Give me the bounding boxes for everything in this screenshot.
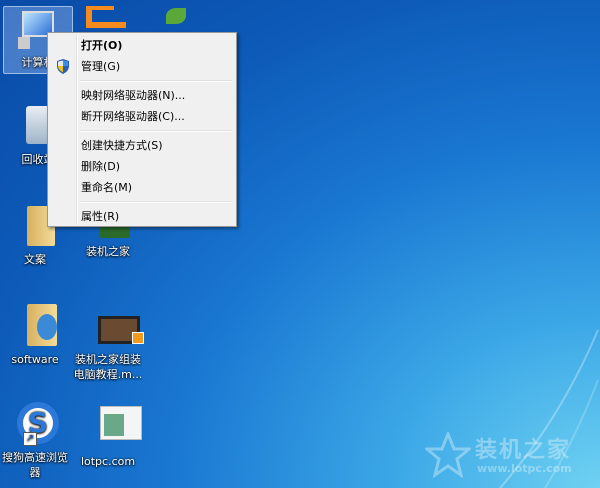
menu-item-rename[interactable]: 重命名(M) (50, 177, 234, 198)
menu-item-label: 管理(G) (81, 60, 121, 73)
menu-item-label: 创建快捷方式(S) (81, 139, 163, 152)
watermark: 装机之家 www.lotpc.com (422, 429, 590, 482)
menu-item-label: 打开(O) (81, 39, 123, 52)
menu-item-create-shortcut[interactable]: 创建快捷方式(S) (50, 135, 234, 156)
menu-separator (80, 80, 232, 82)
icon-label: 装机之家 (86, 245, 130, 258)
icon-label: 文案 (24, 253, 46, 266)
icon-label: 搜狗高速浏览器 (2, 451, 68, 479)
video-file-icon (86, 316, 144, 346)
desktop-icon-sogou-browser[interactable]: S ↗ 搜狗高速浏览器 (0, 402, 70, 480)
menu-item-open[interactable]: 打开(O) (50, 35, 234, 56)
icon-label: 装机之家组装电脑教程.m... (73, 353, 143, 381)
webpage-icon (86, 406, 142, 450)
menu-separator (80, 201, 232, 203)
partially-hidden-icon[interactable] (86, 6, 130, 32)
desktop-icon-lotpc[interactable]: lotpc.com (73, 406, 143, 469)
menu-item-disconnect-network-drive[interactable]: 断开网络驱动器(C)... (50, 106, 234, 127)
menu-item-label: 断开网络驱动器(C)... (81, 110, 185, 123)
menu-item-label: 重命名(M) (81, 181, 133, 194)
sogou-browser-icon: S ↗ (13, 402, 59, 446)
folder-icon (13, 304, 57, 348)
desktop-icon-zhuangjizhijia[interactable]: 装机之家 (73, 224, 143, 259)
watermark-title: 装机之家 (475, 438, 572, 463)
shortcut-arrow-icon: ↗ (23, 432, 37, 446)
icon-label: lotpc.com (80, 455, 136, 468)
icon-label: software (11, 353, 59, 366)
watermark-url: www.lotpc.com (477, 462, 572, 475)
menu-item-delete[interactable]: 删除(D) (50, 156, 234, 177)
context-menu: 打开(O) 管理(G) 映射网络驱动器(N)... 断开网络驱动器(C)... … (47, 32, 237, 227)
menu-item-properties[interactable]: 属性(R) (50, 206, 234, 227)
menu-item-map-network-drive[interactable]: 映射网络驱动器(N)... (50, 85, 234, 106)
desktop-icon-software[interactable]: software (0, 304, 70, 367)
menu-separator (80, 130, 232, 132)
menu-item-label: 删除(D) (81, 160, 121, 173)
desktop-icon-video[interactable]: 装机之家组装电脑教程.m... (73, 316, 144, 382)
menu-item-manage[interactable]: 管理(G) (50, 56, 234, 77)
menu-item-label: 属性(R) (81, 210, 120, 223)
uac-shield-icon (57, 59, 69, 74)
leaf-icon[interactable] (166, 8, 186, 24)
menu-item-label: 映射网络驱动器(N)... (81, 89, 186, 102)
star-logo-icon (422, 429, 474, 479)
